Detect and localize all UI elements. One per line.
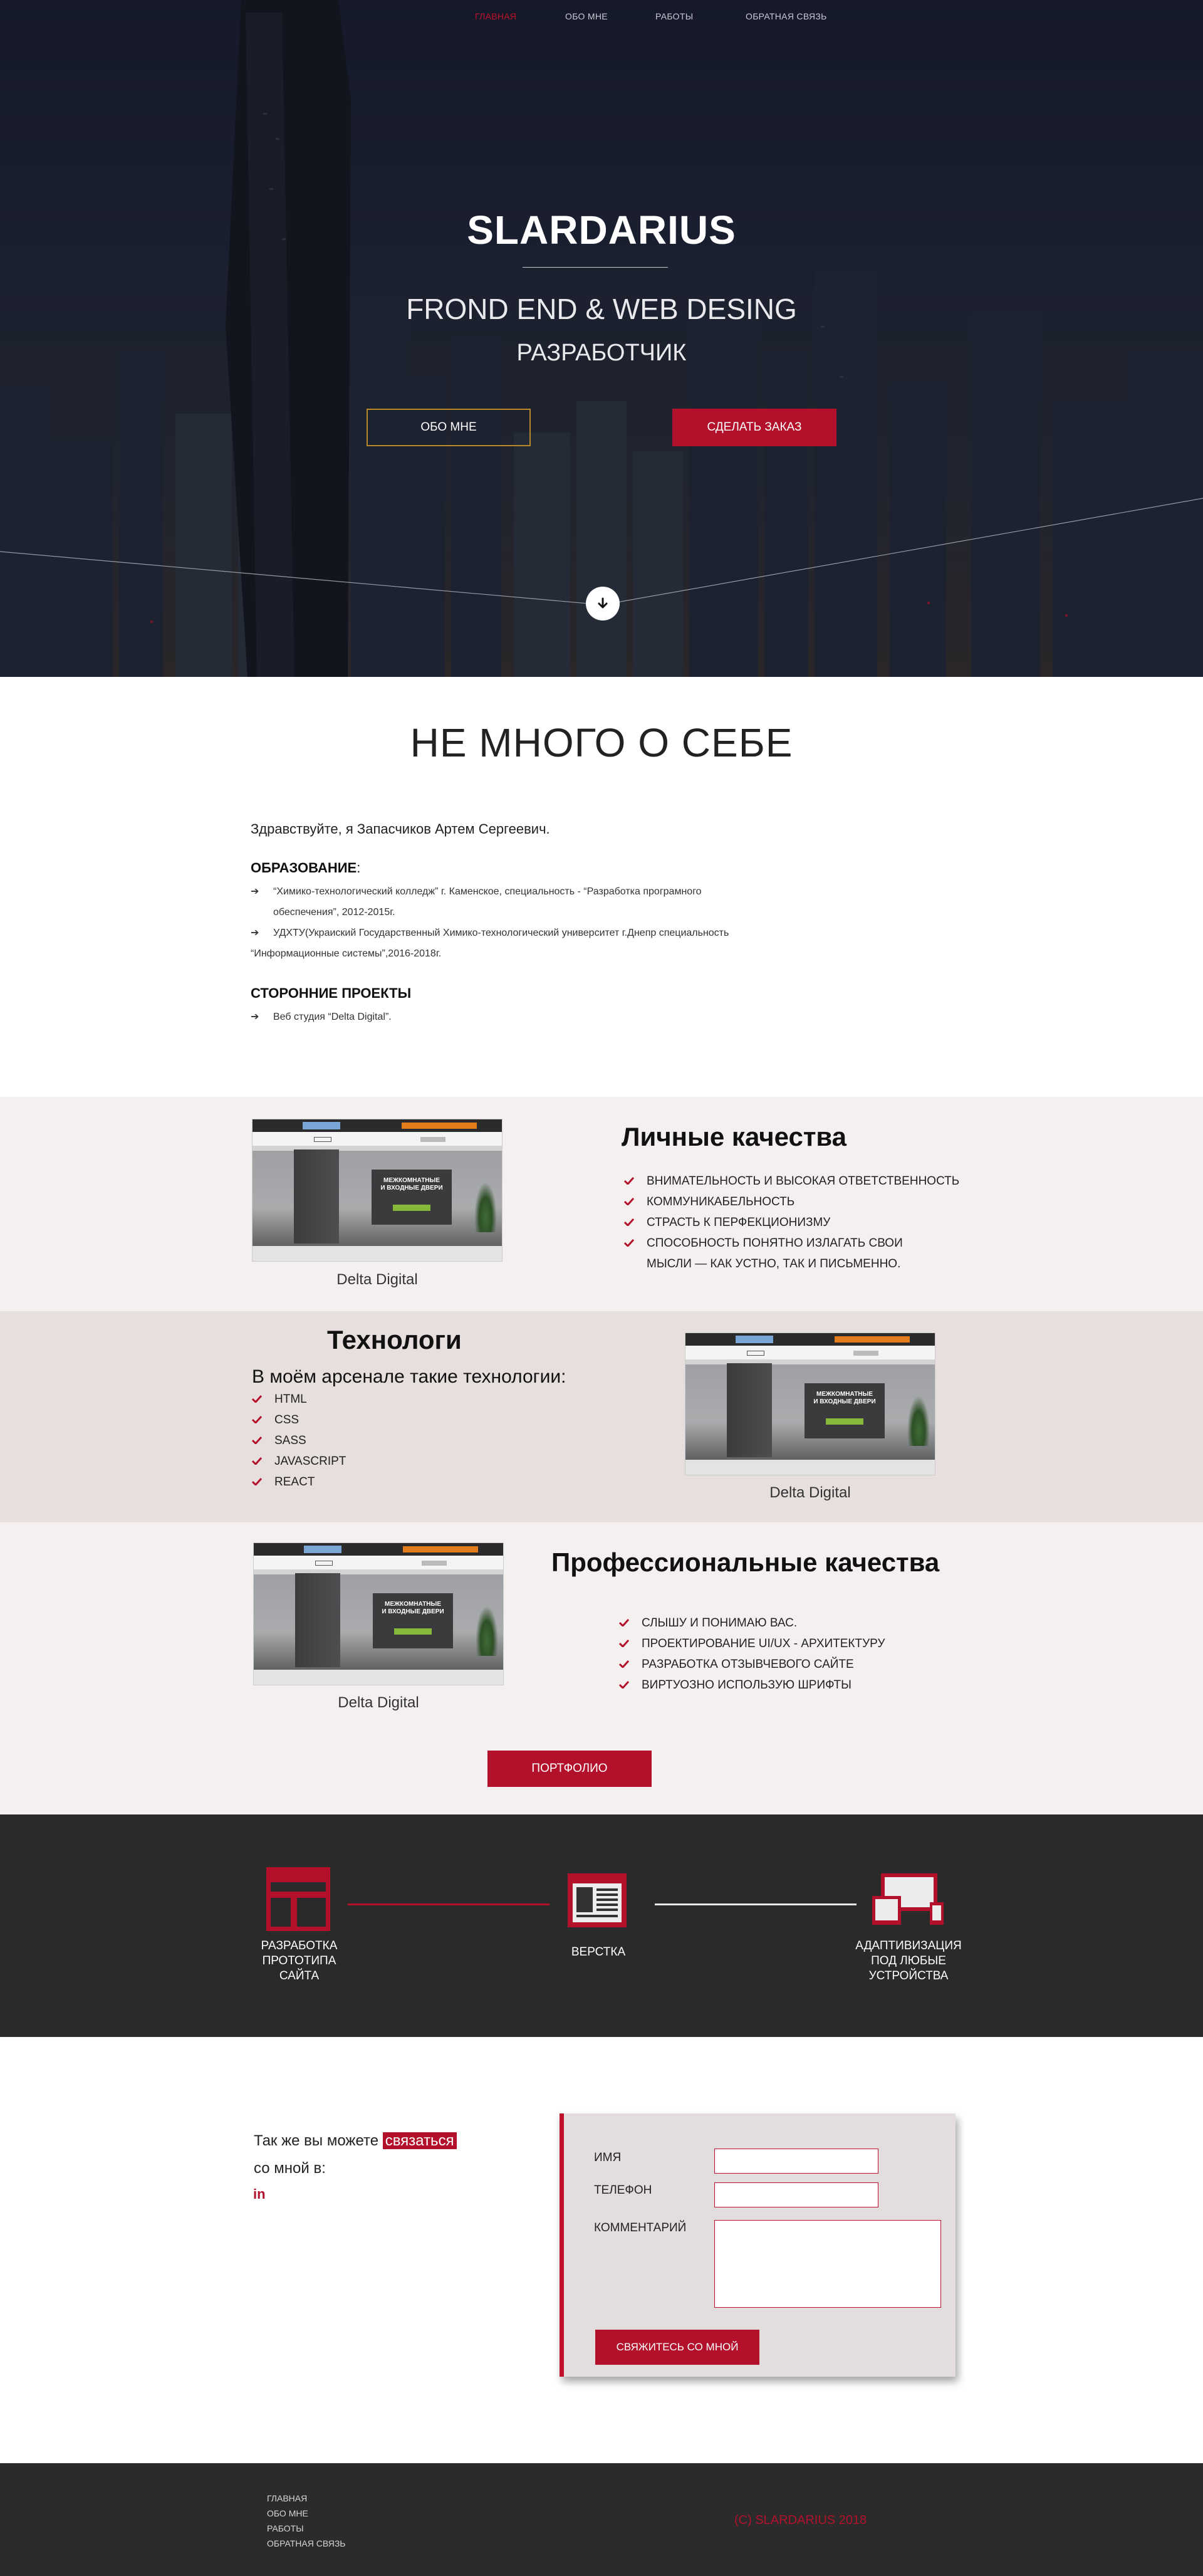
process-step-layout: ВЕРСТКА	[571, 1945, 626, 1959]
technologies-section: Технологи В моём арсенале такие технолог…	[0, 1311, 1203, 1522]
about-me-button[interactable]: ОБО МНЕ	[367, 409, 531, 446]
process-connector	[655, 1903, 857, 1905]
process-step-adaptive: АДАПТИВИЗАЦИЯ ПОД ЛЮБЫЕ УСТРОЙСТВА	[855, 1939, 962, 1982]
nav-about[interactable]: ОБО МНЕ	[565, 11, 608, 21]
professional-qualities-section: МЕЖКОМНАТНЫЕ И ВХОДНЫЕ ДВЕРИ Delta Digita…	[0, 1522, 1203, 1814]
arrow-down-icon	[598, 597, 608, 609]
about-title: НЕ МНОГО О СЕБЕ	[410, 720, 793, 765]
prototype-icon	[266, 1867, 330, 1931]
hero-subtitle: FROND END & WEB DESING	[406, 293, 797, 325]
personal-list: ВНИМАТЕЛЬНОСТЬ И ВЫСОКАЯ ОТВЕТСТВЕННОСТЬ…	[624, 1171, 959, 1274]
project-item: ➔ Веб студия “Delta Digital”.	[251, 1007, 865, 1027]
process-section: РАЗРАБОТКА ПРОТОТИПА САЙТА ВЕРСТКА АДАПТИВ…	[0, 1814, 1203, 2037]
contact-section: Так же вы можете связаться со мной в: in…	[0, 2037, 1203, 2463]
scroll-down-button[interactable]	[586, 587, 620, 620]
project-caption: Delta Digital	[336, 1271, 418, 1288]
hero-section: ГЛАВНАЯ ОБО МНЕ РАБОТЫ ОБРАТНАЯ СВЯЗЬ SL…	[0, 0, 1203, 677]
tech-list: HTML CSS SASS JAVASCRIPT REACT	[252, 1389, 346, 1492]
project-caption: Delta Digital	[769, 1484, 851, 1501]
process-step-prototype: РАЗРАБОТКА ПРОТОТИПА САЙТА	[261, 1939, 338, 1982]
tech-title: Технологи	[327, 1325, 462, 1354]
hero-subtitle-2: РАЗРАБОТЧИК	[516, 340, 687, 366]
pro-title: Профессиональные качества	[551, 1547, 940, 1577]
check-icon	[624, 1177, 634, 1185]
list-item: JAVASCRIPT	[252, 1451, 346, 1472]
project-screenshot[interactable]: МЕЖКОМНАТНЫЕ И ВХОДНЫЕ ДВЕРИ	[253, 1542, 504, 1685]
pro-list: СЛЫШУ И ПОНИМАЮ ВАС. ПРОЕКТИРОВАНИЕ UI/U…	[619, 1613, 885, 1695]
check-icon	[252, 1395, 262, 1403]
check-icon	[619, 1619, 629, 1626]
footer-link-works[interactable]: РАБОТЫ	[267, 2523, 304, 2533]
check-icon	[624, 1239, 634, 1247]
footer-link-home[interactable]: ГЛАВНАЯ	[267, 2493, 307, 2503]
hero-divider	[523, 267, 668, 268]
list-item: HTML	[252, 1389, 346, 1410]
projects-heading: СТОРОННИЕ ПРОЕКТЫ	[251, 985, 412, 1001]
list-item: SASS	[252, 1430, 346, 1451]
check-icon	[252, 1416, 262, 1423]
list-item: ВНИМАТЕЛЬНОСТЬ И ВЫСОКАЯ ОТВЕТСТВЕННОСТЬ	[624, 1171, 959, 1191]
linkedin-icon[interactable]: in	[253, 2186, 266, 2202]
check-icon	[619, 1681, 629, 1689]
top-nav: ГЛАВНАЯ ОБО МНЕ РАБОТЫ ОБРАТНАЯ СВЯЗЬ	[0, 11, 1203, 25]
tech-intro: В моём арсенале такие технологии:	[252, 1366, 566, 1387]
phone-label: ТЕЛЕФОН	[594, 2184, 652, 2197]
contact-highlight: связаться	[382, 2132, 457, 2149]
devices-icon	[872, 1873, 944, 1925]
list-item: КОММУНИКАБЕЛЬНОСТЬ	[624, 1191, 959, 1212]
about-greeting: Здравствуйте, я Запасчиков Артем Сергеев…	[251, 821, 550, 837]
list-item: СПОСОБНОСТЬ ПОНЯТНО ИЗЛАГАТЬ СВОИ	[624, 1233, 959, 1254]
nav-home[interactable]: ГЛАВНАЯ	[475, 11, 516, 21]
footer-link-about[interactable]: ОБО МНЕ	[267, 2508, 308, 2518]
phone-input[interactable]	[714, 2182, 878, 2207]
check-icon	[252, 1478, 262, 1485]
copyright: (C) SLARDARIUS 2018	[734, 2513, 867, 2527]
education-heading: ОБРАЗОВАНИЕ:	[251, 860, 361, 876]
check-icon	[252, 1437, 262, 1444]
city-background	[0, 0, 1203, 677]
submit-button[interactable]: СВЯЖИТЕСЬ СО МНОЙ	[595, 2330, 759, 2365]
list-item: СЛЫШУ И ПОНИМАЮ ВАС.	[619, 1613, 885, 1633]
hero-title: SLARDARIUS	[467, 207, 736, 253]
project-screenshot[interactable]: МЕЖКОМНАТНЫЕ И ВХОДНЫЕ ДВЕРИ	[252, 1119, 503, 1262]
arrow-right-icon: ➔	[251, 928, 259, 938]
contact-text-line2: со мной в:	[254, 2160, 326, 2177]
process-connector	[348, 1903, 549, 1905]
name-input[interactable]	[714, 2149, 878, 2174]
project-screenshot[interactable]: МЕЖКОМНАТНЫЕ И ВХОДНЫЕ ДВЕРИ	[685, 1333, 935, 1475]
about-section: НЕ МНОГО О СЕБЕ Здравствуйте, я Запасчик…	[0, 677, 1203, 1097]
contact-text: Так же вы можете связаться	[254, 2132, 457, 2150]
footer-link-feedback[interactable]: ОБРАТНАЯ СВЯЗЬ	[267, 2538, 345, 2548]
arrow-right-icon: ➔	[251, 886, 259, 897]
personal-title: Личные качества	[622, 1122, 847, 1151]
list-item: REACT	[252, 1472, 346, 1492]
list-item: МЫСЛИ — КАК УСТНО, ТАК И ПИСЬМЕННО.	[647, 1257, 901, 1270]
check-icon	[619, 1660, 629, 1668]
list-item: РАЗРАБОТКА ОТЗЫВЧЕВОГО САЙТЕ	[619, 1654, 885, 1675]
name-label: ИМЯ	[594, 2151, 622, 2164]
project-caption: Delta Digital	[338, 1694, 419, 1711]
education-item: ➔ УДХТУ(Украиский Государственный Химико…	[251, 923, 865, 964]
check-icon	[624, 1198, 634, 1205]
order-button[interactable]: СДЕЛАТЬ ЗАКАЗ	[672, 409, 836, 446]
layout-icon	[568, 1873, 627, 1927]
nav-feedback[interactable]: ОБРАТНАЯ СВЯЗЬ	[746, 11, 827, 21]
list-item: СТРАСТЬ К ПЕРФЕКЦИОНИЗМУ	[624, 1212, 959, 1233]
list-item: ВИРТУОЗНО ИСПОЛЬЗУЮ ШРИФТЫ	[619, 1675, 885, 1695]
education-item: ➔ “Химико-технологический колледж” г. Ка…	[251, 881, 865, 923]
footer: ГЛАВНАЯ ОБО МНЕ РАБОТЫ ОБРАТНАЯ СВЯЗЬ (C…	[0, 2463, 1203, 2576]
nav-works[interactable]: РАБОТЫ	[655, 11, 693, 21]
check-icon	[624, 1218, 634, 1226]
check-icon	[252, 1457, 262, 1465]
contact-form: ИМЯ ТЕЛЕФОН КОММЕНТАРИЙ СВЯЖИТЕСЬ СО МНО…	[560, 2113, 956, 2377]
comment-label: КОММЕНТАРИЙ	[594, 2221, 687, 2234]
check-icon	[619, 1640, 629, 1647]
list-item: ПРОЕКТИРОВАНИЕ UI/UX - АРХИТЕКТУРУ	[619, 1633, 885, 1654]
portfolio-button[interactable]: ПОРТФОЛИО	[487, 1751, 652, 1787]
comment-input[interactable]	[714, 2220, 941, 2308]
list-item: CSS	[252, 1410, 346, 1430]
arrow-right-icon: ➔	[251, 1012, 259, 1022]
personal-qualities-section: МЕЖКОМНАТНЫЕ И ВХОДНЫЕ ДВЕРИ Delta Digita…	[0, 1097, 1203, 1311]
